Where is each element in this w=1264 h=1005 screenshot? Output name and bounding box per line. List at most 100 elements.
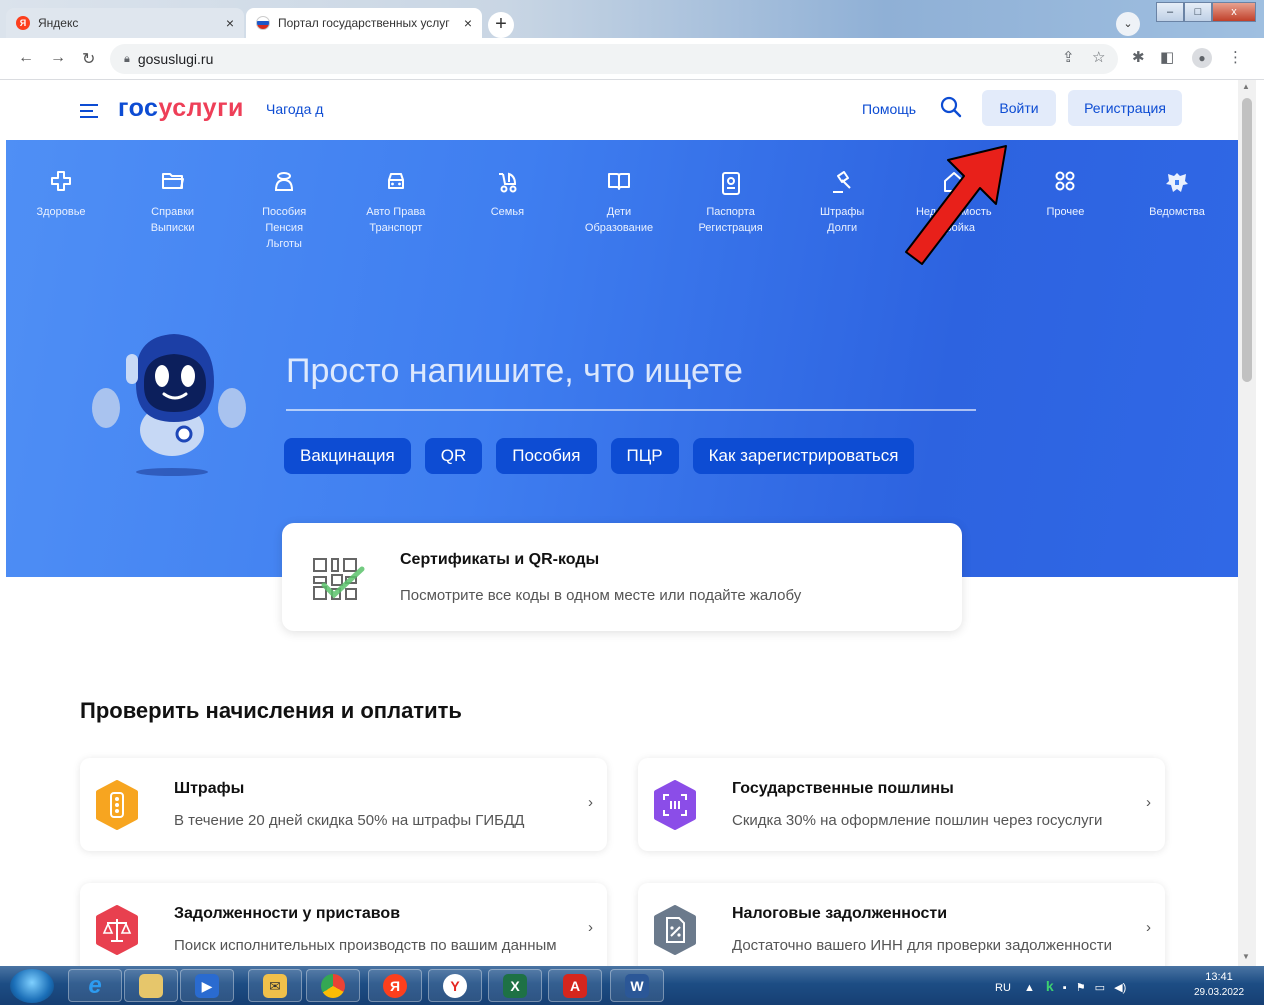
category-label: Дети Образование <box>584 206 654 234</box>
address-bar[interactable]: 🔒︎ gosuslugi.ru <box>110 44 1118 74</box>
start-button[interactable] <box>10 969 54 1003</box>
windows-taskbar: e ▶ ✉ Я Y X A W RU ▲ k ▪ ⚑ ▭ ◀) 13:41 29… <box>0 966 1264 1005</box>
scrollbar-thumb[interactable] <box>1242 98 1252 382</box>
receipt-scan-icon <box>652 780 698 830</box>
taskbar-explorer[interactable] <box>124 969 178 1002</box>
bailiff-debts-card[interactable]: Задолженности у приставов Поиск исполнит… <box>80 883 607 976</box>
qr-certificates-card[interactable]: Сертификаты и QR-коды Посмотрите все код… <box>282 523 962 631</box>
browser-tab-bar: Я Яндекс × Портал государственных услуг … <box>0 0 1264 38</box>
fines-card[interactable]: Штрафы В течение 20 дней скидка 50% на ш… <box>80 758 607 851</box>
tray-expand-icon[interactable]: ▲ <box>1024 982 1035 994</box>
grid-icon <box>1010 170 1120 196</box>
category-10[interactable]: Прочее <box>1010 170 1120 220</box>
category-label: Паспорта Регистрация <box>698 206 763 234</box>
window-controls: ‒ □ x <box>1156 2 1256 22</box>
tab-search-chevron-icon[interactable]: ⌄ <box>1116 12 1140 36</box>
category-4[interactable]: Авто Права Транспорт <box>341 170 451 236</box>
taskbar-acrobat[interactable]: A <box>548 969 602 1002</box>
category-6[interactable]: Дети Образование <box>564 170 674 236</box>
back-icon[interactable]: ← <box>18 49 34 67</box>
taskbar-word[interactable]: W <box>610 969 664 1002</box>
internet-explorer-icon: e <box>88 971 102 999</box>
category-label: Штрафы Долги <box>820 206 865 234</box>
close-window-button[interactable]: x <box>1212 2 1256 22</box>
gavel-icon <box>787 170 897 196</box>
taskbar-ie[interactable]: e <box>68 969 122 1002</box>
yandex-favicon-icon: Я <box>16 16 30 30</box>
share-icon[interactable]: ⇪ <box>1062 48 1075 66</box>
minimize-button[interactable]: ‒ <box>1156 2 1184 22</box>
category-label: Авто Права Транспорт <box>366 206 426 234</box>
category-5[interactable]: Семья <box>452 170 562 220</box>
search-prompt[interactable]: Просто напишите, что ищете <box>286 352 743 391</box>
robot-assistant-illustration <box>92 326 262 481</box>
network-icon[interactable]: ▪ <box>1063 982 1067 994</box>
traffic-light-icon <box>94 780 140 830</box>
display-icon[interactable]: ▭ <box>1095 982 1105 994</box>
tab-yandex[interactable]: Я Яндекс × <box>6 8 244 38</box>
flag-icon[interactable]: ⚑ <box>1076 982 1086 994</box>
tab-close-icon[interactable]: × <box>464 15 472 31</box>
stroller-icon <box>452 170 562 196</box>
category-2[interactable]: Справки Выписки <box>118 170 228 236</box>
card-title: Задолженности у приставов <box>174 905 401 922</box>
tab-close-icon[interactable]: × <box>226 15 234 31</box>
taskbar-media[interactable]: ▶ <box>180 969 234 1002</box>
new-tab-button[interactable]: + <box>488 12 514 38</box>
category-8[interactable]: Штрафы Долги <box>787 170 897 236</box>
tab-gosuslugi[interactable]: Портал государственных услуг × <box>246 8 482 38</box>
category-11[interactable]: Ведомства <box>1122 170 1232 220</box>
kaspersky-icon[interactable]: k <box>1046 978 1054 994</box>
help-link[interactable]: Помощь <box>862 101 916 117</box>
taskbar-yandex[interactable]: Я <box>368 969 422 1002</box>
category-label: Справки Выписки <box>150 206 195 234</box>
reload-icon[interactable]: ↻ <box>82 49 95 69</box>
address-text: gosuslugi.ru <box>137 51 214 67</box>
forward-icon[interactable]: → <box>50 49 66 67</box>
profile-avatar-icon[interactable]: ● <box>1192 48 1212 68</box>
qr-code-check-icon <box>310 555 366 608</box>
bookmark-star-icon[interactable]: ☆ <box>1092 48 1105 66</box>
page-scrollbar[interactable]: ▲ ▼ <box>1238 80 1256 966</box>
volume-icon[interactable]: ◀) <box>1114 982 1126 994</box>
system-clock[interactable]: 13:41 29.03.2022 <box>1194 970 1244 1000</box>
login-button[interactable]: Войти <box>982 90 1056 126</box>
book-icon <box>564 170 674 196</box>
tax-debts-card[interactable]: Налоговые задолженности Достаточно вашег… <box>638 883 1165 976</box>
register-button[interactable]: Регистрация <box>1068 90 1182 126</box>
chip-benefits[interactable]: Пособия <box>496 438 597 474</box>
scroll-down-icon[interactable]: ▼ <box>1242 952 1250 961</box>
russia-flag-favicon-icon <box>256 16 270 30</box>
search-icon[interactable] <box>940 96 962 123</box>
category-7[interactable]: Паспорта Регистрация <box>676 170 786 236</box>
qr-card-subtitle: Посмотрите все коды в одном месте или по… <box>400 587 802 604</box>
taskbar-chrome[interactable] <box>306 969 360 1002</box>
card-subtitle: Достаточно вашего ИНН для проверки задол… <box>732 937 1112 954</box>
hamburger-menu-icon[interactable] <box>80 104 98 122</box>
category-3[interactable]: Пособия Пенсия Льготы <box>229 170 339 252</box>
excel-icon: X <box>503 973 527 998</box>
chip-qr[interactable]: QR <box>424 438 483 474</box>
taskbar-excel[interactable]: X <box>488 969 542 1002</box>
tab-title: Портал государственных услуг <box>278 16 450 30</box>
clock-date: 29.03.2022 <box>1194 987 1245 998</box>
location-link[interactable]: Чагода д <box>266 101 323 117</box>
gosuslugi-logo[interactable]: госуслуги <box>118 94 244 123</box>
taskbar-mail[interactable]: ✉ <box>248 969 302 1002</box>
side-panel-icon[interactable]: ◧ <box>1160 48 1174 66</box>
chip-how-to-register[interactable]: Как зарегистрироваться <box>692 438 915 474</box>
maximize-button[interactable]: □ <box>1184 2 1212 22</box>
folder-icon <box>139 973 163 998</box>
hero-banner: Здоровье Справки Выписки Пособия Пенсия Ль… <box>6 140 1238 577</box>
state-duties-card[interactable]: Государственные пошлины Скидка 30% на оф… <box>638 758 1165 851</box>
extensions-icon[interactable]: ✱ <box>1132 48 1145 66</box>
taskbar-yandex-browser[interactable]: Y <box>428 969 482 1002</box>
category-label: Ведомства <box>1149 206 1205 218</box>
category-1[interactable]: Здоровье <box>6 170 116 220</box>
language-indicator[interactable]: RU <box>995 982 1011 994</box>
chip-pcr[interactable]: ПЦР <box>610 438 679 474</box>
chip-vaccination[interactable]: Вакцинация <box>284 438 411 474</box>
scroll-up-icon[interactable]: ▲ <box>1242 82 1250 91</box>
browser-menu-icon[interactable]: ⋮ <box>1228 48 1243 66</box>
browser-toolbar: ← → ↻ 🔒︎ gosuslugi.ru ⇪ ☆ ✱ ◧ ● ⋮ <box>0 38 1264 80</box>
